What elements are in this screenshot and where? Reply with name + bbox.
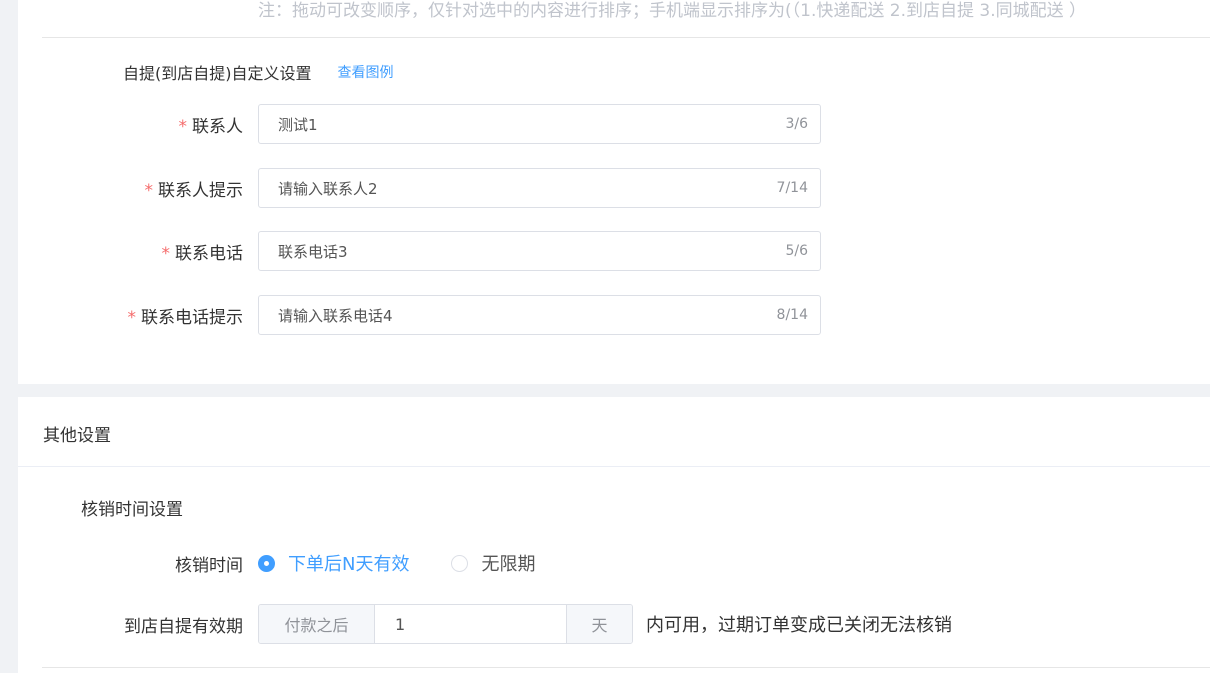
other-settings-card: 其他设置 核销时间设置 核销时间 下单后N天有效 无限期 到店自提有效期 付款之… <box>18 397 1210 673</box>
char-count: 3/6 <box>785 116 808 132</box>
input-value: 测试1 <box>278 115 318 134</box>
char-count: 7/14 <box>776 180 808 196</box>
page: 注：拖动可改变顺序，仅针对选中的内容进行排序；手机端显示排序为(（1.快递配送 … <box>0 0 1210 673</box>
input-prepend: 付款之后 <box>259 605 375 643</box>
card-title: 其他设置 <box>43 426 111 446</box>
input-value: 联系电话3 <box>278 242 348 261</box>
contact-hint-input[interactable]: 请输入联系人2 7/14 <box>258 168 821 208</box>
divider <box>42 667 1210 668</box>
required-mark: * <box>144 180 154 201</box>
phone-input[interactable]: 联系电话3 5/6 <box>258 231 821 271</box>
field-label: 核销时间 <box>175 555 243 576</box>
section-header: 自提(到店自提)自定义设置 查看图例 <box>123 60 394 84</box>
sort-note: 注：拖动可改变顺序，仅针对选中的内容进行排序；手机端显示排序为(（1.快递配送 … <box>258 1 1087 21</box>
radio-unlimited[interactable]: 无限期 <box>451 550 535 576</box>
field-label-text: 联系人 <box>192 116 243 137</box>
form-row-phone: * 联系电话 联系电话3 5/6 <box>18 231 1210 271</box>
divider <box>42 37 1210 38</box>
validity-input-group: 付款之后 1 天 <box>258 604 633 644</box>
form-row-contact-hint: * 联系人提示 请输入联系人2 7/14 <box>18 168 1210 208</box>
phone-hint-input[interactable]: 请输入联系电话4 8/14 <box>258 295 821 335</box>
field-label-text: 联系人提示 <box>158 180 243 201</box>
field-label: * 联系电话 <box>18 239 244 264</box>
verify-time-settings-title: 核销时间设置 <box>81 500 183 520</box>
view-example-link[interactable]: 查看图例 <box>338 62 394 82</box>
radio-label: 无限期 <box>481 554 536 575</box>
verify-time-radio-group: 下单后N天有效 无限期 <box>258 550 577 576</box>
divider <box>18 466 1210 467</box>
form-row-validity: 到店自提有效期 付款之后 1 天 内可用，过期订单变成已关闭无法核销 <box>18 604 1210 644</box>
radio-unchecked-icon <box>451 554 469 572</box>
radio-n-days[interactable]: 下单后N天有效 <box>258 550 409 576</box>
char-count: 8/14 <box>776 307 808 323</box>
input-value: 请输入联系人2 <box>278 179 378 198</box>
field-label: * 联系人 <box>18 112 244 137</box>
field-label: * 联系电话提示 <box>18 303 244 328</box>
form-row-phone-hint: * 联系电话提示 请输入联系电话4 8/14 <box>18 295 1210 335</box>
required-mark: * <box>178 116 188 137</box>
form-row-verify-time: 核销时间 下单后N天有效 无限期 <box>18 543 1210 583</box>
validity-days-input[interactable]: 1 <box>375 605 566 643</box>
section-title: 自提(到店自提)自定义设置 <box>123 64 312 83</box>
field-label: * 联系人提示 <box>18 176 244 201</box>
field-label-text: 联系电话 <box>175 243 243 264</box>
input-value: 请输入联系电话4 <box>278 306 393 325</box>
input-append: 天 <box>566 605 632 643</box>
radio-label: 下单后N天有效 <box>288 554 410 575</box>
validity-description: 内可用，过期订单变成已关闭无法核销 <box>646 615 952 636</box>
form-row-contact: * 联系人 测试1 3/6 <box>18 104 1210 144</box>
required-mark: * <box>127 307 137 328</box>
contact-input[interactable]: 测试1 3/6 <box>258 104 821 144</box>
radio-checked-icon <box>258 554 275 572</box>
field-label-text: 联系电话提示 <box>141 307 243 328</box>
char-count: 5/6 <box>785 243 808 259</box>
required-mark: * <box>161 243 171 264</box>
field-label: 到店自提有效期 <box>124 616 243 637</box>
pickup-settings-card: 注：拖动可改变顺序，仅针对选中的内容进行排序；手机端显示排序为(（1.快递配送 … <box>18 0 1210 384</box>
